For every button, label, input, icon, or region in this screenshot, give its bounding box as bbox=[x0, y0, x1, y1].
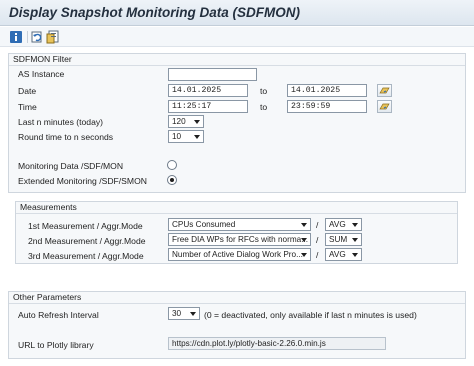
extended-monitoring-radio[interactable] bbox=[167, 175, 177, 185]
info-button[interactable] bbox=[9, 30, 23, 44]
other-parameters-group-title: Other Parameters bbox=[13, 292, 82, 302]
round-time-value: 10 bbox=[172, 132, 182, 141]
measurement-2-separator: / bbox=[316, 235, 319, 245]
round-time-label: Round time to n seconds bbox=[18, 132, 114, 142]
toolbar-separator bbox=[27, 31, 28, 43]
as-instance-input[interactable] bbox=[168, 68, 257, 81]
time-from-input[interactable]: 11:25:17 bbox=[168, 100, 248, 113]
monitoring-data-radio[interactable] bbox=[167, 160, 177, 170]
measurement-1-separator: / bbox=[316, 220, 319, 230]
extended-monitoring-label: Extended Monitoring /SDF/SMON bbox=[18, 176, 147, 186]
time-to-label: to bbox=[260, 102, 268, 112]
chevron-down-icon bbox=[299, 234, 309, 245]
measurement-1-label: 1st Measurement / Aggr.Mode bbox=[28, 221, 143, 231]
measurement-2-label: 2nd Measurement / Aggr.Mode bbox=[28, 236, 146, 246]
measurement-2-value: Free DIA WPs for RFCs with norma... bbox=[172, 235, 309, 244]
last-n-minutes-label: Last n minutes (today) bbox=[18, 117, 104, 127]
refresh-icon bbox=[31, 31, 42, 43]
measurement-3-separator: / bbox=[316, 250, 319, 260]
time-to-input[interactable]: 23:59:59 bbox=[287, 100, 367, 113]
measurement-2-aggr-value: SUM bbox=[329, 235, 348, 244]
chevron-down-icon bbox=[192, 131, 202, 142]
chevron-down-icon bbox=[192, 116, 202, 127]
multiple-selection-icon bbox=[379, 87, 390, 94]
time-multiple-selection-button[interactable] bbox=[377, 100, 392, 113]
chevron-down-icon bbox=[188, 308, 198, 319]
last-n-minutes-select[interactable]: 120 bbox=[168, 115, 204, 128]
page-title: Display Snapshot Monitoring Data (SDFMON… bbox=[9, 5, 301, 20]
measurement-3-value: Number of Active Dialog Work Pro... bbox=[172, 250, 303, 259]
measurements-group-title: Measurements bbox=[20, 202, 77, 212]
date-from-input[interactable]: 14.01.2025 bbox=[168, 84, 248, 97]
auto-refresh-value: 30 bbox=[172, 309, 182, 318]
measurement-3-label: 3rd Measurement / Aggr.Mode bbox=[28, 251, 144, 261]
chevron-down-icon bbox=[350, 219, 360, 230]
auto-refresh-label: Auto Refresh Interval bbox=[18, 310, 99, 320]
application-toolbar bbox=[0, 27, 474, 47]
refresh-button[interactable] bbox=[30, 30, 44, 44]
title-bar: Display Snapshot Monitoring Data (SDFMON… bbox=[0, 0, 474, 26]
measurement-1-aggr-value: AVG bbox=[329, 220, 346, 229]
multiple-selection-icon bbox=[379, 103, 390, 110]
monitoring-data-label: Monitoring Data /SDF/MON bbox=[18, 161, 124, 171]
measurement-3-select[interactable]: Number of Active Dialog Work Pro... bbox=[168, 248, 311, 261]
measurement-1-value: CPUs Consumed bbox=[172, 220, 236, 229]
date-label: Date bbox=[18, 86, 37, 96]
date-to-label: to bbox=[260, 86, 268, 96]
as-instance-label: AS Instance bbox=[18, 69, 65, 79]
date-to-input[interactable]: 14.01.2025 bbox=[287, 84, 367, 97]
filter-group-header: SDFMON Filter bbox=[9, 54, 465, 66]
measurement-2-aggr-select[interactable]: SUM bbox=[325, 233, 362, 246]
plotly-url-label: URL to Plotly library bbox=[18, 340, 94, 350]
auto-refresh-select[interactable]: 30 bbox=[168, 307, 200, 320]
measurement-1-aggr-select[interactable]: AVG bbox=[325, 218, 362, 231]
time-label: Time bbox=[18, 102, 37, 112]
measurements-group-header: Measurements bbox=[16, 202, 457, 214]
auto-refresh-note: (0 = deactivated, only available if last… bbox=[204, 310, 417, 320]
chevron-down-icon bbox=[299, 249, 309, 260]
measurement-2-select[interactable]: Free DIA WPs for RFCs with norma... bbox=[168, 233, 311, 246]
chevron-down-icon bbox=[299, 219, 309, 230]
round-time-select[interactable]: 10 bbox=[168, 130, 204, 143]
info-icon bbox=[10, 31, 22, 43]
chevron-down-icon bbox=[350, 249, 360, 260]
filter-group-title: SDFMON Filter bbox=[13, 54, 72, 64]
last-n-minutes-value: 120 bbox=[172, 117, 186, 126]
other-parameters-group-header: Other Parameters bbox=[9, 292, 465, 304]
date-multiple-selection-button[interactable] bbox=[377, 84, 392, 97]
measurement-3-aggr-select[interactable]: AVG bbox=[325, 248, 362, 261]
chevron-down-icon bbox=[350, 234, 360, 245]
plotly-url-input[interactable]: https://cdn.plot.ly/plotly-basic-2.26.0.… bbox=[168, 337, 386, 350]
radio-selected-dot bbox=[170, 178, 174, 182]
variant-icon bbox=[46, 30, 59, 44]
measurement-3-aggr-value: AVG bbox=[329, 250, 346, 259]
measurement-1-select[interactable]: CPUs Consumed bbox=[168, 218, 311, 231]
variant-button[interactable] bbox=[46, 30, 60, 44]
